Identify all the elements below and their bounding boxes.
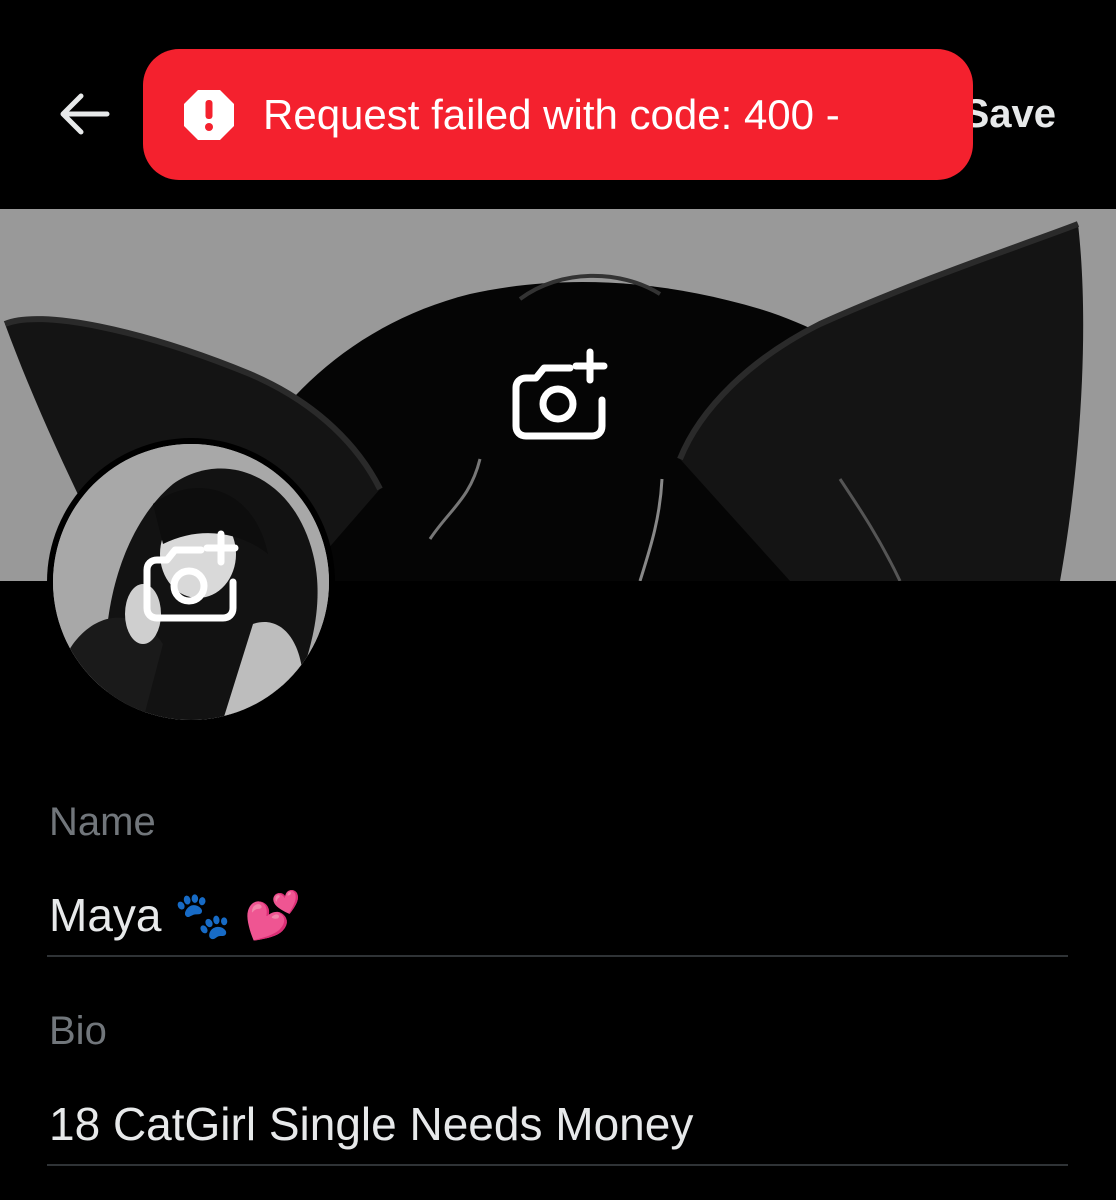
bio-divider — [47, 1164, 1068, 1166]
name-label: Name — [49, 800, 156, 844]
back-button[interactable] — [50, 84, 116, 144]
alert-octagon-icon — [184, 89, 234, 140]
bio-label: Bio — [49, 1009, 107, 1053]
avatar[interactable] — [47, 438, 335, 726]
save-button[interactable]: Save — [963, 86, 1056, 142]
edit-profile-screen: Save Request failed with code: 400 - Nam… — [0, 0, 1116, 1200]
arrow-left-icon — [60, 93, 110, 135]
error-message: Request failed with code: 400 - — [263, 90, 840, 138]
name-divider — [47, 955, 1068, 957]
error-toast: Request failed with code: 400 - — [143, 49, 973, 180]
name-input[interactable]: Maya 🐾 💕 — [49, 888, 302, 943]
camera-plus-icon[interactable] — [508, 346, 612, 450]
bio-input[interactable]: 18 CatGirl Single Needs Money — [49, 1097, 693, 1151]
camera-plus-icon[interactable] — [139, 528, 243, 632]
